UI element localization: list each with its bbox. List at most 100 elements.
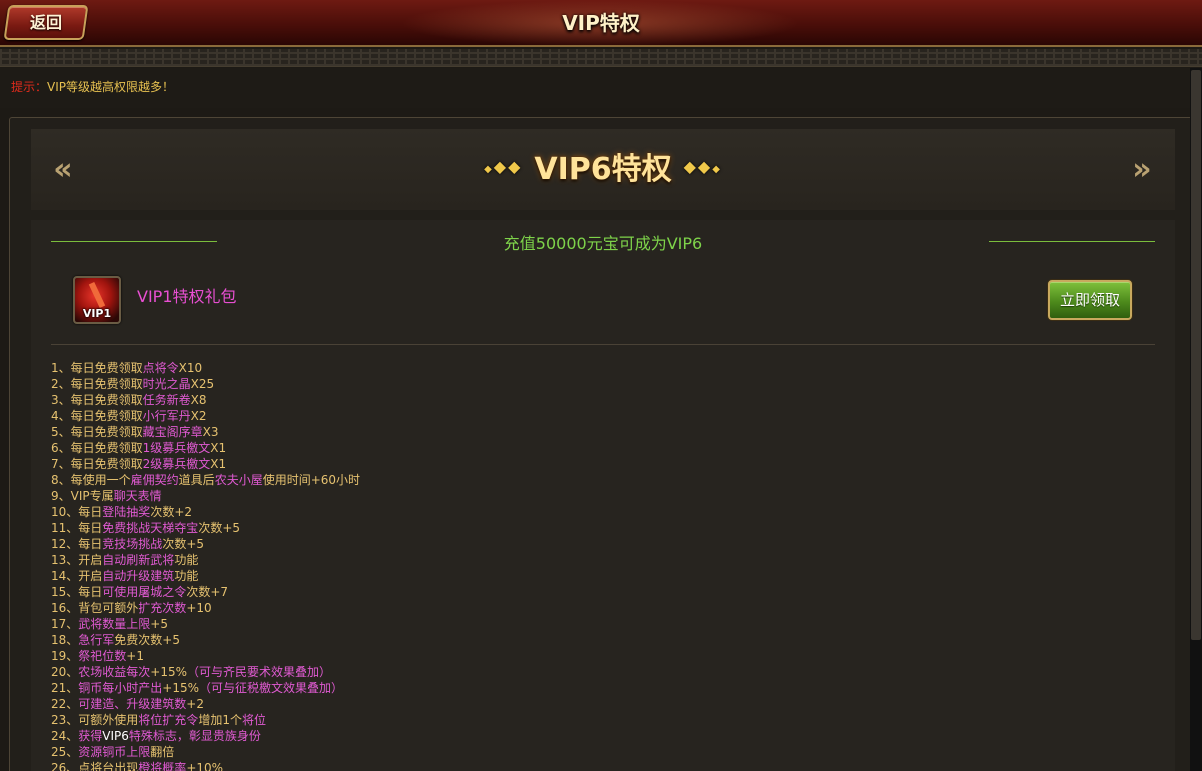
perk-text: 功能 [174,553,199,567]
perk-highlight: 聊天表情 [113,489,162,503]
perk-text: 增加1个 [198,713,242,727]
perk-highlight: 可使用屠城之令 [102,585,187,599]
perk-text: 次数+5 [198,521,241,535]
perk-item: 9、VIP专属聊天表情 [51,488,1151,504]
perk-item: 3、每日免费领取任务新卷X8 [51,392,1151,408]
perk-text: 每日 [78,505,103,519]
perk-item: 15、每日可使用屠城之令次数+7 [51,584,1151,600]
gift-package-name: VIP1特权礼包 [137,287,237,306]
perk-highlight: 武将数量上限 [78,617,151,631]
perk-highlight: 藏宝阁序章 [142,425,203,439]
perk-text: X1 [210,457,227,471]
perk-highlight: 扩充次数 [138,601,187,615]
perk-number: 24、 [51,729,79,743]
perk-number: 9、 [51,489,71,503]
perk-text: 使用时间+60小时 [262,473,361,487]
perk-highlight: 可建造、升级建筑数 [78,697,187,711]
perk-text: 可额外使用 [78,713,139,727]
perk-highlight: （可与征税檄文效果叠加） [199,681,344,695]
perk-number: 17、 [51,617,79,631]
perk-number: 19、 [51,649,79,663]
perk-number: 7、 [51,457,71,471]
perk-number: 23、 [51,713,79,727]
perk-text: X2 [190,409,207,423]
perk-highlight: 1级募兵檄文 [142,441,211,455]
perk-number: 16、 [51,601,79,615]
perk-text: 道具后 [178,473,215,487]
perk-number: 20、 [51,665,79,679]
perk-item: 17、武将数量上限+5 [51,616,1151,632]
perk-text: +1 [126,649,144,663]
perk-highlight: 获得 [78,729,103,743]
perk-text: 开启 [78,553,103,567]
scrollbar-thumb[interactable] [1191,70,1201,640]
perk-text: 点将台出现 [78,761,139,771]
perk-highlight: 资源铜币上限 [78,745,151,759]
perk-number: 5、 [51,425,71,439]
perk-number: 13、 [51,553,79,567]
perk-highlight: 特殊标志，彰显贵族身份 [128,729,261,743]
perk-item: 1、每日免费领取点将令X10 [51,360,1151,376]
perk-number: 11、 [51,521,79,535]
recharge-requirement: 充值50000元宝可成为VIP6 [503,234,703,253]
perk-text: X3 [202,425,219,439]
perk-text: 每日 [78,521,103,535]
gift-box-icon: VIP1 [73,276,121,324]
perk-text: X8 [190,393,207,407]
tip-text: 提示：VIP等级越高权限越多！ [11,79,174,95]
perk-highlight: 时光之晶 [142,377,191,391]
perk-text: 次数+2 [150,505,193,519]
perk-highlight: （可与齐民要术效果叠加） [187,665,332,679]
perk-text: VIP专属 [70,489,114,503]
perk-text: 次数+5 [162,537,205,551]
perk-number: 26、 [51,761,79,771]
perk-text: 每日免费领取 [70,425,143,439]
perk-text: 功能 [174,569,199,583]
perk-item: 14、开启自动升级建筑功能 [51,568,1151,584]
divider-left [51,241,217,242]
perk-item: 24、获得VIP6特殊标志，彰显贵族身份 [51,728,1151,744]
perk-highlight: 农夫小屋 [214,473,263,487]
header-bar: VIP特权 返回 [0,0,1202,47]
perk-highlight: 橙将概率 [138,761,187,771]
tip-label: 提示： [11,80,48,94]
perk-text: 免费次数+5 [114,633,180,647]
page-title: VIP特权 [562,11,640,35]
perk-item: 11、每日免费挑战天梯夺宝次数+5 [51,520,1151,536]
perk-item: 6、每日免费领取1级募兵檄文X1 [51,440,1151,456]
perk-highlight: 自动升级建筑 [102,569,175,583]
perk-item: 2、每日免费领取时光之晶X25 [51,376,1151,392]
perk-highlight: 将位 [241,713,266,727]
vip-level-title: VIP6特权 [534,152,672,187]
perk-text: +15% [162,681,200,695]
perk-item: 8、每使用一个雇佣契约道具后农夫小屋使用时间+60小时 [51,472,1151,488]
perk-item: 19、祭祀位数+1 [51,648,1151,664]
perk-highlight: 小行军丹 [142,409,191,423]
perk-item: 13、开启自动刷新武将功能 [51,552,1151,568]
perk-text: 每日免费领取 [70,441,143,455]
tip-bar [0,68,1202,108]
perk-highlight: 点将令 [142,361,179,375]
perk-text: 每使用一个 [70,473,131,487]
perk-item: 10、每日登陆抽奖次数+2 [51,504,1151,520]
perk-text: X1 [210,441,227,455]
perk-highlight: 自动刷新武将 [102,553,175,567]
perk-number: 22、 [51,697,79,711]
perk-highlight: 2级募兵檄文 [142,457,211,471]
claim-gift-button[interactable]: 立即领取 [1048,280,1132,320]
perk-text: 背包可额外 [78,601,139,615]
perk-item: 12、每日竞技场挑战次数+5 [51,536,1151,552]
perk-highlight: 雇佣契约 [130,473,179,487]
perk-highlight: 登陆抽奖 [102,505,151,519]
perk-number: 12、 [51,537,79,551]
perk-highlight: 任务新卷 [142,393,191,407]
perk-text: 每日 [78,585,103,599]
perk-text: 次数+7 [186,585,229,599]
perk-highlight: 祭祀位数 [78,649,127,663]
perk-item: 7、每日免费领取2级募兵檄文X1 [51,456,1151,472]
back-button[interactable]: 返回 [3,5,89,40]
perk-text: +10% [186,761,224,771]
perk-item: 23、可额外使用将位扩充令增加1个将位 [51,712,1151,728]
perk-number: 6、 [51,441,71,455]
perk-text: +15% [150,665,188,679]
